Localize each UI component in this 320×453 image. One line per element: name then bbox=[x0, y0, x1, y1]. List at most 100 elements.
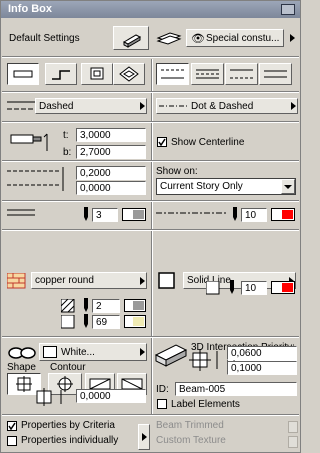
divider bbox=[2, 91, 299, 93]
rectangle-beam-icon bbox=[90, 67, 104, 80]
divider bbox=[2, 336, 299, 338]
refline-custom-button[interactable] bbox=[259, 63, 292, 85]
material-swatch bbox=[43, 346, 57, 358]
divider bbox=[2, 200, 299, 202]
layer-icon bbox=[156, 29, 182, 47]
beam-section-icon bbox=[10, 133, 48, 151]
chevron-right-icon bbox=[142, 433, 147, 441]
line-type-right-value: Dot & Dashed bbox=[191, 101, 254, 112]
projected-pen-swatch[interactable] bbox=[271, 208, 295, 221]
copper-round-fill-icon bbox=[7, 273, 26, 289]
shape-label: Shape bbox=[7, 362, 36, 373]
refline-top-icon bbox=[161, 69, 184, 79]
beam-tool-icon bbox=[122, 34, 142, 48]
ref-offset-a-input[interactable]: 0,0600 bbox=[227, 346, 297, 360]
pen-icon bbox=[233, 207, 237, 221]
divider bbox=[2, 160, 299, 162]
refline-custom-icon bbox=[264, 70, 287, 78]
custom-texture-arrow[interactable] bbox=[288, 436, 298, 448]
checkmark-icon bbox=[158, 138, 166, 147]
section-pen-swatch[interactable] bbox=[122, 208, 146, 221]
thickness-label: t: bbox=[63, 130, 69, 141]
properties-by-criteria-checkbox[interactable] bbox=[7, 421, 17, 431]
default-settings-button[interactable] bbox=[113, 26, 149, 50]
beam-trimmed-arrow[interactable] bbox=[288, 421, 298, 433]
window-title: Info Box bbox=[8, 3, 52, 15]
chevron-right-icon bbox=[140, 102, 145, 110]
id-input[interactable]: Beam-005 bbox=[175, 382, 297, 396]
fill-selector[interactable]: copper round bbox=[31, 272, 147, 289]
dot-dashed-line-icon bbox=[159, 105, 187, 107]
show-on-value: Current Story Only bbox=[160, 181, 243, 192]
height-label: b: bbox=[63, 147, 72, 158]
elevation-offset-icon bbox=[7, 167, 64, 191]
chevron-right-icon bbox=[140, 348, 145, 356]
criteria-expand-button[interactable] bbox=[138, 424, 150, 450]
label-elements-checkbox[interactable] bbox=[157, 399, 167, 409]
contour-pen-swatch[interactable] bbox=[271, 281, 295, 294]
show-centerline-checkbox[interactable] bbox=[157, 137, 167, 147]
material-eye-icon bbox=[8, 347, 36, 359]
pen-icon bbox=[84, 314, 88, 328]
contour-square-icon bbox=[158, 272, 175, 289]
pen-icon bbox=[84, 207, 88, 221]
refline-bottom-icon bbox=[230, 69, 253, 79]
thickness-input[interactable]: 3,0000 bbox=[76, 128, 146, 142]
beam-trimmed-label: Beam Trimmed bbox=[156, 420, 224, 431]
projected-pen-input[interactable]: 10 bbox=[241, 208, 267, 222]
checkmark-icon bbox=[8, 422, 16, 431]
info-box-window: Info Box Default Settings 👁 Special cons… bbox=[0, 0, 301, 453]
refline-bottom-button[interactable] bbox=[225, 63, 258, 85]
contour-pen-input[interactable]: 10 bbox=[241, 281, 267, 295]
collapse-box-icon[interactable] bbox=[281, 4, 295, 15]
polyline-beam-button[interactable] bbox=[45, 63, 77, 85]
title-bar[interactable]: Info Box bbox=[1, 1, 300, 18]
label-elements-label: Label Elements bbox=[171, 399, 240, 410]
straight-beam-button[interactable] bbox=[7, 63, 39, 85]
dropdown-arrow-button[interactable] bbox=[281, 179, 295, 194]
section-line-icon bbox=[7, 209, 35, 216]
section-pen-input[interactable]: 3 bbox=[92, 208, 118, 222]
layer-value: Special constu... bbox=[206, 33, 280, 44]
fill-background-swatch[interactable] bbox=[124, 315, 146, 328]
contour-pen-box-icon bbox=[206, 281, 220, 295]
layer-arrow-icon[interactable] bbox=[290, 34, 295, 42]
ref-offset-b-input[interactable]: 0,1000 bbox=[227, 361, 297, 375]
fill-pen-swatch[interactable] bbox=[124, 299, 146, 312]
fill-background-pen-input[interactable]: 69 bbox=[92, 315, 120, 329]
contour-label: Contour bbox=[50, 362, 86, 373]
properties-individually-label: Properties individually bbox=[21, 435, 119, 446]
fill-pen-input[interactable]: 2 bbox=[92, 299, 120, 313]
projected-line-icon bbox=[156, 212, 226, 214]
divider bbox=[2, 414, 299, 416]
height-input[interactable]: 2,7000 bbox=[76, 145, 146, 159]
line-type-left-selector[interactable]: Dashed bbox=[35, 98, 147, 114]
refline-center-icon bbox=[196, 69, 219, 79]
chevron-right-icon bbox=[291, 102, 296, 110]
straight-beam-icon bbox=[13, 70, 33, 78]
pen-icon bbox=[230, 280, 234, 294]
fill-background-icon bbox=[61, 315, 75, 329]
vertical-divider bbox=[151, 59, 153, 414]
rotated-rectangle-icon bbox=[119, 66, 139, 82]
line-type-left-value: Dashed bbox=[39, 101, 74, 112]
layer-selector[interactable]: 👁 Special constu... bbox=[186, 29, 284, 47]
refline-top-button[interactable] bbox=[156, 63, 189, 85]
rotated-rectangle-beam-button[interactable] bbox=[113, 63, 145, 85]
pen-icon bbox=[84, 298, 88, 312]
material-selector[interactable]: White... bbox=[39, 343, 147, 361]
show-on-dropdown[interactable]: Current Story Only bbox=[156, 178, 296, 195]
properties-individually-checkbox[interactable] bbox=[7, 436, 17, 446]
divider bbox=[2, 121, 299, 123]
bottom-offset-input[interactable]: 0,0000 bbox=[76, 181, 146, 195]
polyline-beam-icon bbox=[52, 70, 70, 80]
line-type-right-selector[interactable]: Dot & Dashed bbox=[156, 98, 298, 114]
refline-center-button[interactable] bbox=[191, 63, 224, 85]
divider bbox=[2, 56, 299, 58]
properties-by-criteria-label: Properties by Criteria bbox=[21, 420, 115, 431]
fill-name: copper round bbox=[35, 275, 94, 286]
top-offset-input[interactable]: 0,2000 bbox=[76, 166, 146, 180]
elevation-input[interactable]: 0,0000 bbox=[76, 389, 146, 403]
rectangle-beam-button[interactable] bbox=[81, 63, 113, 85]
chevron-right-icon bbox=[140, 277, 145, 285]
